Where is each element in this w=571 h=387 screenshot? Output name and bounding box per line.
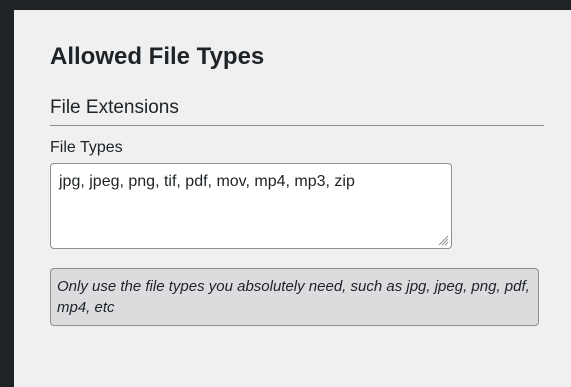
file-types-value: jpg, jpeg, png, tif, pdf, mov, mp4, mp3,… [59, 173, 355, 190]
section-divider [50, 125, 544, 126]
settings-panel: Allowed File Types File Extensions File … [14, 10, 571, 387]
file-types-label: File Types [50, 139, 123, 156]
resize-grip-icon[interactable] [437, 234, 449, 246]
help-description: Only use the file types you absolutely n… [50, 268, 539, 326]
section-heading: File Extensions [50, 97, 179, 118]
panel-title: Allowed File Types [50, 43, 265, 70]
file-types-textarea[interactable]: jpg, jpeg, png, tif, pdf, mov, mp4, mp3,… [50, 163, 452, 249]
